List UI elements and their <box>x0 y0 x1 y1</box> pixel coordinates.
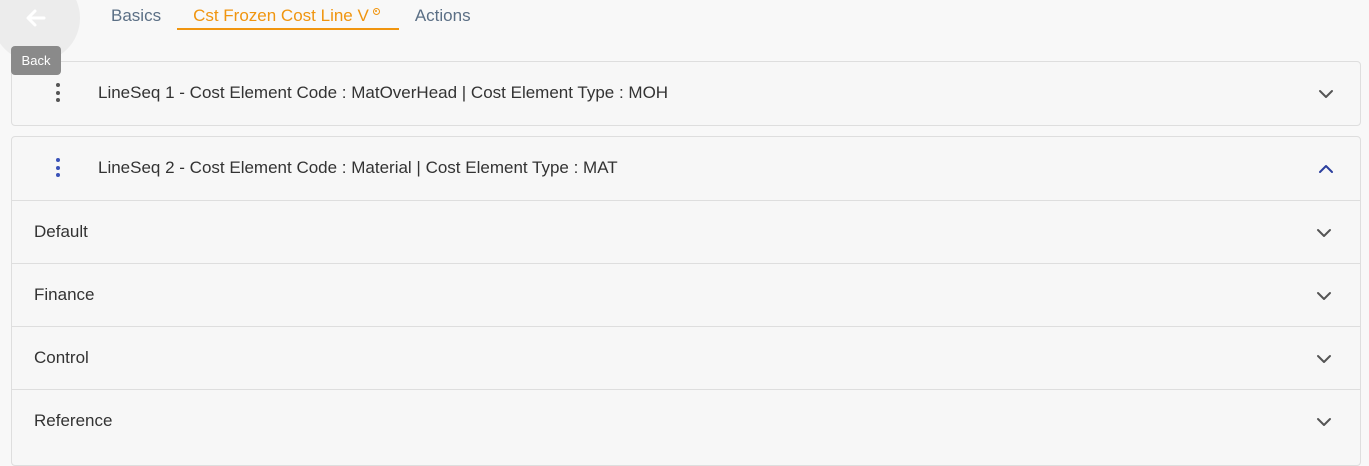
tab-basics[interactable]: Basics <box>95 0 177 30</box>
line-card-header[interactable]: LineSeq 1 - Cost Element Code : MatOverH… <box>12 62 1360 125</box>
tab-label: Cst Frozen Cost Line V <box>193 6 369 25</box>
kebab-menu-icon[interactable] <box>52 83 64 105</box>
line-card: LineSeq 2 - Cost Element Code : Material… <box>11 136 1361 466</box>
section-control[interactable]: Control <box>12 326 1360 389</box>
section-finance[interactable]: Finance <box>12 263 1360 326</box>
arrow-left-icon <box>26 9 46 27</box>
line-card: LineSeq 1 - Cost Element Code : MatOverH… <box>11 61 1361 126</box>
tab-bar: Basics Cst Frozen Cost Line V Actions <box>95 0 487 30</box>
chevron-down-icon <box>1317 292 1331 300</box>
tab-cst-frozen-cost-line[interactable]: Cst Frozen Cost Line V <box>177 0 399 30</box>
chevron-down-icon[interactable] <box>1318 86 1334 102</box>
unsaved-indicator-icon <box>372 8 380 15</box>
back-tooltip: Back <box>11 46 61 75</box>
section-default[interactable]: Default <box>12 200 1360 263</box>
section-label: Default <box>34 222 88 241</box>
tab-actions[interactable]: Actions <box>399 0 487 30</box>
section-label: Reference <box>34 411 113 430</box>
tab-label: Basics <box>111 6 162 25</box>
chevron-up-icon[interactable] <box>1318 161 1334 177</box>
line-card-title: LineSeq 2 - Cost Element Code : Material… <box>98 158 618 177</box>
chevron-down-icon <box>1317 229 1331 237</box>
tab-label: Actions <box>414 6 471 25</box>
section-reference[interactable]: Reference <box>12 389 1360 452</box>
line-card-title: LineSeq 1 - Cost Element Code : MatOverH… <box>98 83 669 102</box>
section-label: Finance <box>34 285 95 304</box>
kebab-menu-icon[interactable] <box>52 158 64 180</box>
chevron-down-icon <box>1317 355 1331 363</box>
section-label: Control <box>34 348 89 367</box>
top-bar: Back Basics Cst Frozen Cost Line V Actio… <box>0 0 1369 75</box>
chevron-down-icon <box>1317 418 1331 426</box>
line-card-header[interactable]: LineSeq 2 - Cost Element Code : Material… <box>12 137 1360 200</box>
